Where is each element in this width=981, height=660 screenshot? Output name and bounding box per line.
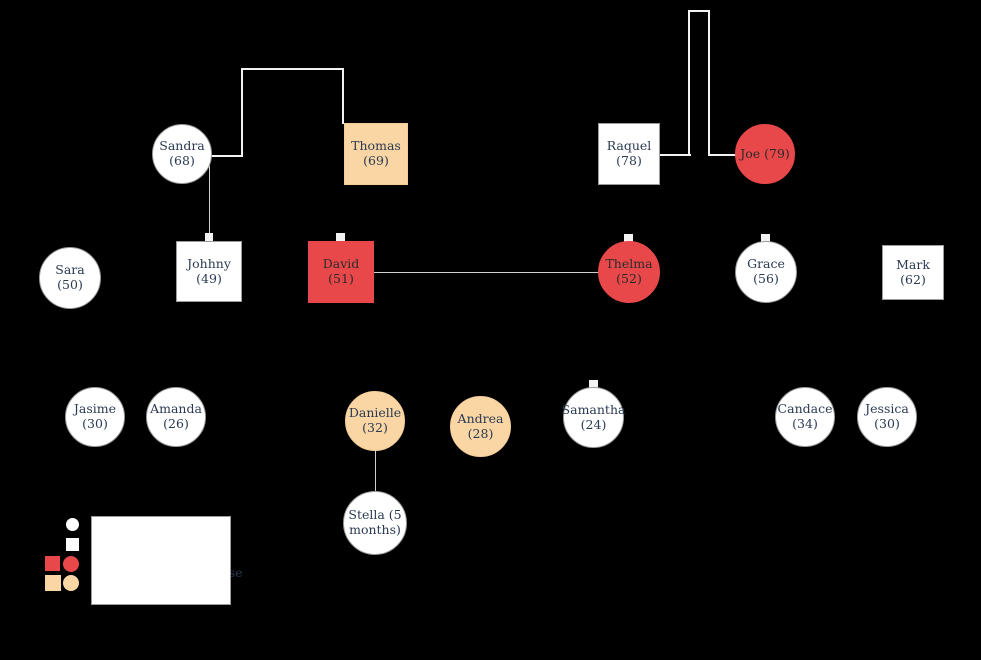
connector-sandra-stub — [210, 155, 243, 157]
connector-sandra-thomas-top — [241, 68, 344, 70]
connector-raquel-joe-left-riser — [688, 10, 690, 155]
person-node-candace[interactable]: Candace (34) — [775, 387, 835, 447]
legend-swatch-recovery-circle — [63, 575, 79, 591]
person-node-stella[interactable]: Stella (5 months) — [343, 491, 407, 555]
person-label-johhny: Johhny (49) — [187, 255, 231, 286]
person-label-samantha: Samantha (24) — [561, 401, 626, 432]
connector-thomas-riser — [342, 68, 344, 124]
connector-raquel-joe-right-riser — [708, 10, 710, 155]
legend-swatch-active-square — [45, 556, 60, 571]
person-node-jessica[interactable]: Jessica (30) — [857, 387, 917, 447]
legend-panel — [91, 516, 231, 605]
person-label-stella: Stella (5 months) — [348, 507, 402, 537]
person-label-raquel: Raquel (78) — [606, 138, 652, 168]
person-node-andrea[interactable]: Andrea (28) — [450, 396, 511, 457]
connector-raquel-stub — [659, 154, 691, 156]
person-node-grace[interactable]: Grace (56) — [735, 241, 797, 303]
person-label-thomas: Thomas (69) — [351, 138, 401, 168]
person-node-mark[interactable]: Mark (62) — [882, 245, 944, 300]
connector-raquel-joe-top — [688, 10, 710, 12]
person-label-mark: Mark (62) — [896, 256, 930, 287]
person-node-johhny[interactable]: Johhny (49) — [176, 241, 242, 302]
connector-danielle-stella — [375, 450, 376, 492]
person-node-jasime[interactable]: Jasime (30) — [65, 387, 125, 447]
person-label-david: David (51) — [322, 256, 360, 286]
person-node-danielle[interactable]: Danielle (32) — [345, 391, 405, 451]
person-label-danielle: Danielle (32) — [348, 405, 402, 435]
person-node-sandra[interactable]: Sandra (68) — [152, 124, 212, 184]
person-node-amanda[interactable]: Amanda (26) — [146, 387, 206, 447]
person-label-andrea: Andrea (28) — [457, 410, 504, 441]
genogram-canvas: Sandra (68) Thomas (69) Raquel (78) Joe (79… — [0, 0, 981, 660]
connector-johhny-stub — [205, 233, 213, 241]
person-node-joe[interactable]: Joe (79) — [735, 124, 795, 184]
legend-swatch-female — [66, 518, 79, 531]
person-label-grace: Grace (56) — [747, 256, 785, 286]
connector-joe-stub — [708, 154, 738, 156]
person-label-sandra: Sandra (68) — [159, 138, 205, 168]
person-label-candace: Candace (34) — [777, 401, 833, 431]
person-label-joe: Joe (79) — [740, 145, 790, 161]
person-node-sara[interactable]: Sara (50) — [39, 247, 101, 309]
person-node-thelma[interactable]: Thelma (52) — [598, 241, 660, 303]
connector-david-thelma — [374, 272, 599, 273]
person-label-amanda: Amanda (26) — [150, 401, 202, 431]
person-label-jessica: Jessica (30) — [865, 401, 909, 431]
connector-union1-drop — [209, 156, 210, 236]
person-node-thomas[interactable]: Thomas (69) — [344, 123, 408, 185]
person-label-thelma: Thelma (52) — [605, 256, 653, 286]
legend-swatch-active-circle — [63, 556, 79, 572]
legend-swatch-male — [66, 538, 79, 551]
person-label-jasime: Jasime (30) — [73, 401, 117, 431]
person-node-samantha[interactable]: Samantha (24) — [562, 387, 625, 448]
connector-sandra-riser — [241, 68, 243, 156]
person-node-david[interactable]: David (51) — [308, 241, 374, 303]
person-node-raquel[interactable]: Raquel (78) — [598, 123, 660, 185]
person-label-sara: Sara (50) — [55, 262, 85, 292]
legend-swatch-recovery-square — [45, 575, 61, 591]
